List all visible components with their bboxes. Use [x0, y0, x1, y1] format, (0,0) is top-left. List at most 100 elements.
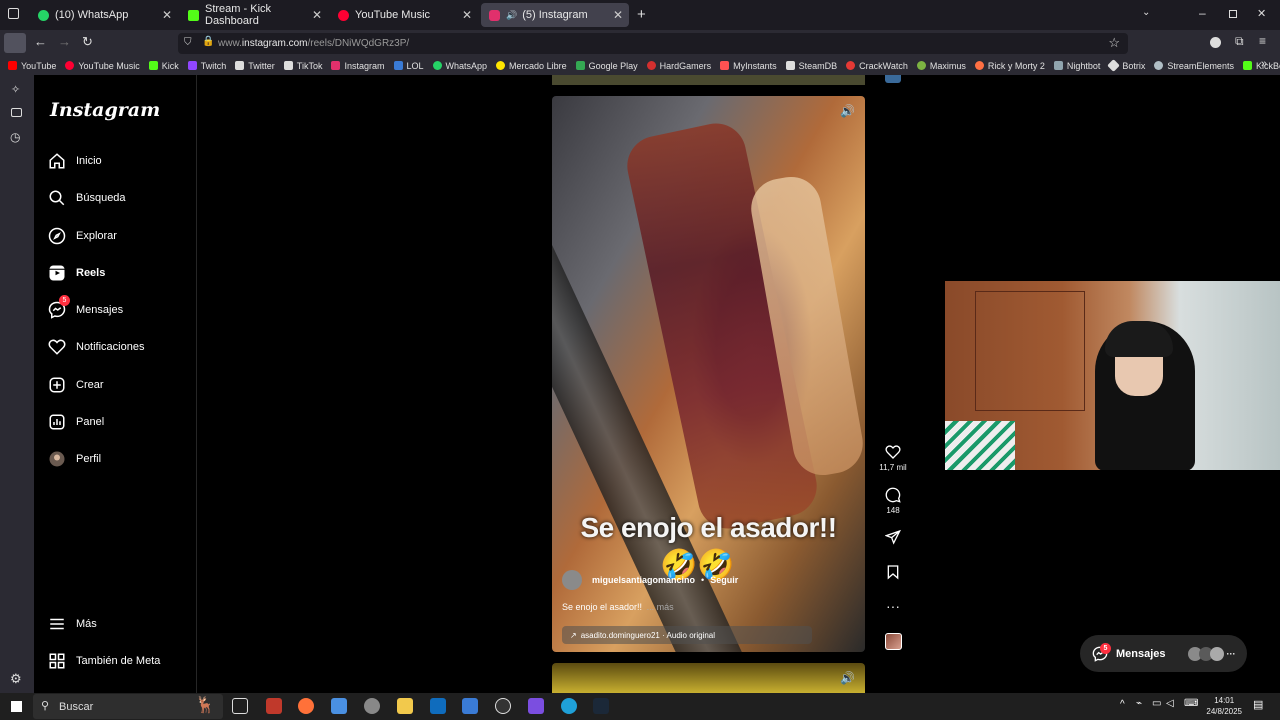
display-icon[interactable]: ▭	[1152, 698, 1161, 709]
forward-button[interactable]: →	[58, 34, 71, 49]
nav-crear[interactable]: Crear	[48, 371, 104, 399]
bookmark-item[interactable]: SteamDB	[785, 61, 837, 71]
nav-mas[interactable]: Más	[48, 610, 97, 638]
url-bar[interactable]: ⛉ 🔒 www. instagram.com/reels/DNiWQdGRz3P/…	[178, 33, 1128, 54]
author-username[interactable]: miguelsantiagomancino	[592, 575, 695, 585]
bookmark-item[interactable]: Google Play	[575, 61, 638, 71]
chevron-down-icon[interactable]: ⌄	[1142, 7, 1150, 18]
previous-reel[interactable]	[552, 75, 865, 85]
app-icon[interactable]	[462, 698, 478, 714]
save-button[interactable]	[878, 564, 908, 583]
edge-icon[interactable]	[561, 698, 577, 714]
reel-video[interactable]: 🔊 Se enojo el asador!! 🤣🤣 miguelsantiago…	[552, 96, 865, 652]
reload-button[interactable]: ↻	[82, 34, 93, 50]
folder-icon[interactable]	[397, 698, 413, 714]
app-icon[interactable]	[528, 698, 544, 714]
volume-icon[interactable]: ◁	[1166, 698, 1174, 709]
bookmark-item[interactable]: YouTube Music	[65, 61, 140, 71]
more-options-button[interactable]: ···	[878, 598, 908, 614]
audio-thumbnail[interactable]	[885, 633, 902, 650]
bookmark-item[interactable]: TikTok	[283, 61, 322, 71]
messages-pill[interactable]: 5 Mensajes ···	[1080, 635, 1247, 672]
nav-perfil[interactable]: Perfil	[48, 445, 101, 473]
follow-button[interactable]: Seguir	[710, 575, 738, 585]
bookmark-item[interactable]: YouTube	[8, 61, 56, 71]
share-button[interactable]	[878, 529, 908, 548]
new-tab-button[interactable]: +	[637, 6, 646, 23]
tray-chevron-icon[interactable]: ^	[1120, 699, 1125, 710]
taskbar-search[interactable]: ⚲ Buscar 🦌	[33, 694, 223, 719]
nav-reels[interactable]: Reels	[48, 259, 105, 287]
synced-tabs-icon[interactable]	[11, 108, 22, 117]
close-icon[interactable]: ✕	[312, 8, 322, 22]
comment-button[interactable]: 148	[878, 487, 908, 515]
profile-icon[interactable]	[1210, 37, 1221, 48]
steam-icon[interactable]	[593, 698, 609, 714]
shield-icon[interactable]: ⛉	[184, 37, 192, 48]
bookmark-item[interactable]: Mercado Libre	[496, 61, 567, 71]
more-link[interactable]: ... más	[647, 602, 674, 612]
close-icon[interactable]: ✕	[613, 8, 623, 22]
nav-notificaciones[interactable]: Notificaciones	[48, 333, 144, 361]
chevron-right-icon[interactable]: »	[1261, 58, 1267, 70]
tab-youtube-music[interactable]: YouTube Music ✕	[330, 3, 478, 27]
lock-icon[interactable]: 🔒	[202, 36, 214, 47]
settings-icon[interactable]: ⚙	[10, 671, 22, 687]
volume-icon[interactable]: 🔊	[840, 671, 855, 685]
bookmark-item[interactable]: CrackWatch	[846, 61, 908, 71]
keyboard-icon[interactable]: ⌨	[1184, 698, 1198, 709]
close-window-button[interactable]: ✕	[1257, 7, 1266, 20]
windows-start-icon[interactable]	[11, 701, 22, 712]
audio-link[interactable]: ↗ asadito.dominguero21 · Audio original	[562, 626, 812, 644]
network-icon[interactable]: ⌁	[1136, 698, 1142, 709]
speaker-icon[interactable]: 🔊	[506, 10, 517, 21]
star-icon[interactable]: ☆	[1108, 35, 1120, 51]
outlook-icon[interactable]	[430, 698, 446, 714]
bookmark-item[interactable]: LOL	[393, 61, 424, 71]
sidebar-toggle-icon[interactable]	[4, 33, 26, 53]
ai-chat-icon[interactable]: ✧	[11, 83, 20, 96]
menu-icon[interactable]: ≡	[1259, 34, 1266, 48]
volume-icon[interactable]: 🔊	[840, 104, 855, 118]
nav-busqueda[interactable]: Búsqueda	[48, 184, 126, 212]
tab-list-icon[interactable]	[8, 8, 19, 19]
bookmark-item[interactable]: Instagram	[331, 61, 385, 71]
clock[interactable]: 14:01 24/8/2025	[1206, 695, 1242, 717]
notifications-icon[interactable]: ▤	[1253, 698, 1263, 711]
bookmark-item[interactable]: HardGamers	[646, 61, 711, 71]
bookmark-item[interactable]: Twitch	[187, 61, 226, 71]
bookmark-item[interactable]: Botrix	[1107, 59, 1145, 72]
bookmark-item[interactable]: StreamElements	[1154, 61, 1234, 71]
author-avatar[interactable]	[562, 570, 582, 590]
nav-panel[interactable]: Panel	[48, 408, 104, 436]
bookmark-item[interactable]: Nightbot	[1053, 61, 1100, 71]
tab-kick-dashboard[interactable]: Stream - Kick Dashboard ✕	[180, 3, 328, 27]
store-icon[interactable]	[331, 698, 347, 714]
like-button[interactable]: 11,7 mil	[878, 444, 908, 472]
bookmark-item[interactable]: MyInstants	[720, 61, 777, 71]
back-button[interactable]: ←	[34, 34, 47, 49]
instagram-logo[interactable]: Instagram	[50, 99, 160, 121]
next-reel[interactable]: 🔊	[552, 663, 865, 693]
task-view-icon[interactable]	[232, 698, 248, 714]
bookmark-item[interactable]: WhatsApp	[432, 61, 487, 71]
bookmark-item[interactable]: Twitter	[235, 61, 275, 71]
bookmark-item[interactable]: Maximus	[916, 61, 966, 71]
extensions-icon[interactable]: ⧉	[1235, 34, 1244, 49]
maximize-button[interactable]	[1229, 10, 1237, 18]
nav-explorar[interactable]: Explorar	[48, 222, 117, 250]
previous-author-avatar[interactable]	[885, 75, 901, 83]
nav-mensajes[interactable]: Mensajes 5	[48, 295, 123, 324]
tab-instagram[interactable]: 🔊 (5) Instagram ✕	[481, 3, 629, 27]
firefox-icon[interactable]	[298, 698, 314, 714]
history-icon[interactable]: ◷	[10, 130, 20, 144]
minimize-button[interactable]: –	[1199, 6, 1206, 20]
settings-icon[interactable]	[364, 698, 380, 714]
nav-inicio[interactable]: Inicio	[48, 147, 102, 175]
bookmark-item[interactable]: Rick y Morty 2	[974, 61, 1045, 71]
close-icon[interactable]: ✕	[462, 8, 472, 22]
tab-whatsapp[interactable]: (10) WhatsApp ✕	[30, 3, 178, 27]
app-icon[interactable]	[266, 698, 282, 714]
close-icon[interactable]: ✕	[162, 8, 172, 22]
obs-icon[interactable]	[495, 698, 511, 714]
